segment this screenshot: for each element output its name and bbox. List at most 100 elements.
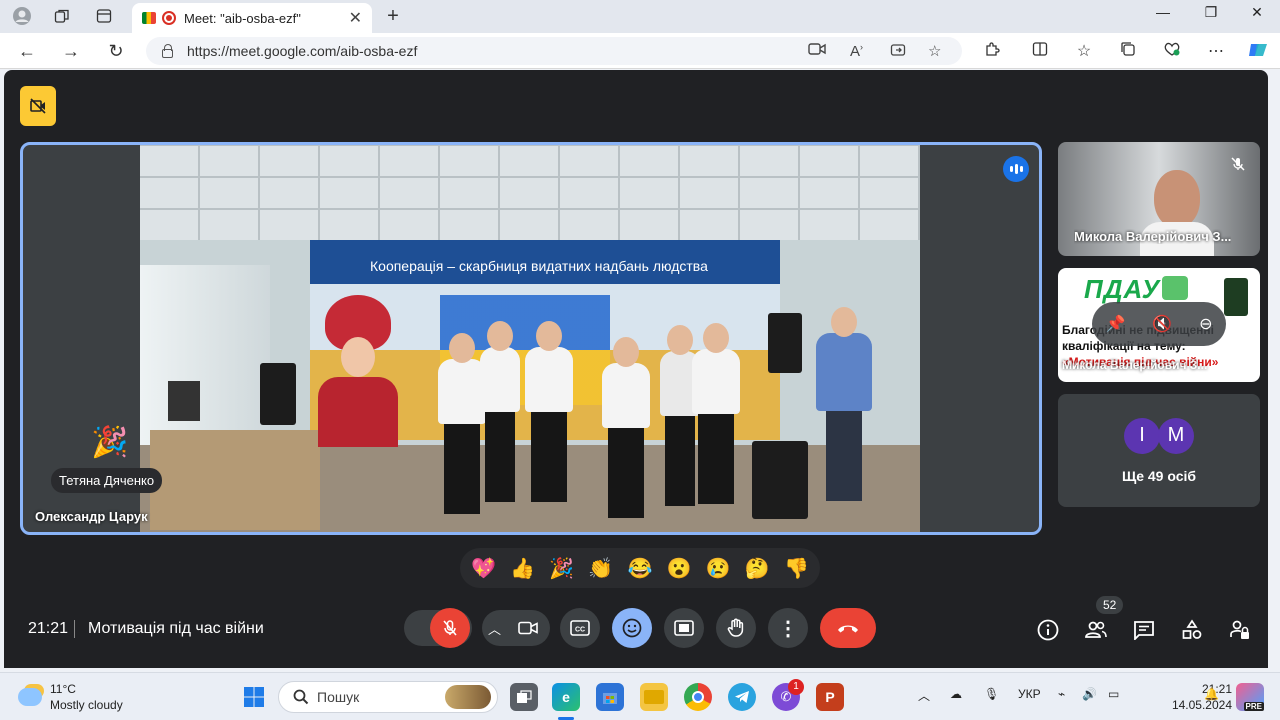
read-aloud-icon[interactable]: A› <box>850 42 863 60</box>
weather-description: Mostly cloudy <box>50 698 123 712</box>
active-tab[interactable]: Meet: "aib-osba-ezf" ✕ <box>132 3 372 33</box>
vertical-tabs-icon[interactable] <box>92 5 116 27</box>
folder-icon <box>644 690 664 704</box>
new-tab-button[interactable]: + <box>381 5 405 27</box>
onedrive-icon[interactable]: ☁ <box>950 687 962 701</box>
lock-icon[interactable] <box>162 43 173 58</box>
volume-icon[interactable]: 🔊 <box>1082 687 1097 701</box>
language-indicator[interactable]: УКР <box>1018 687 1041 701</box>
taskbar-clock[interactable]: 21:21 14.05.2024 <box>1172 681 1232 713</box>
start-button[interactable] <box>240 683 268 711</box>
refresh-button[interactable]: ↻ <box>103 39 129 63</box>
profile-icon[interactable] <box>10 5 34 27</box>
chrome-app[interactable] <box>684 683 712 711</box>
remove-icon[interactable]: ⊖ <box>1199 314 1212 334</box>
more-vert-icon: ⋮ <box>778 617 798 640</box>
leave-call-button[interactable] <box>820 608 876 648</box>
reaction-party-popper[interactable]: 🎉 <box>544 556 580 581</box>
meeting-details-button[interactable] <box>1034 616 1062 644</box>
main-video-tile[interactable]: Кооперація – скарбниця видатних надбань … <box>20 142 1042 535</box>
weather-widget[interactable]: 11°C Mostly cloudy <box>18 681 123 713</box>
more-participants-tile[interactable]: І М Ще 49 осіб <box>1058 394 1260 507</box>
more-options-button[interactable]: ⋮ <box>768 608 808 648</box>
singer-6 <box>692 323 740 504</box>
singer-3 <box>525 321 573 502</box>
reactions-button[interactable] <box>612 608 652 648</box>
participant-name-2: Микола Валерійович З... <box>1062 358 1208 372</box>
store-app[interactable] <box>596 683 624 711</box>
store-icon <box>603 693 617 704</box>
address-bar[interactable]: https://meet.google.com/aib-osba-ezf A› … <box>146 37 962 65</box>
notifications-bell-icon[interactable]: 🔔 <box>1204 687 1219 701</box>
reaction-thumbs-down[interactable]: 👎 <box>778 556 814 581</box>
weather-temperature: 11°C <box>50 682 76 696</box>
avatar: М <box>1158 417 1194 454</box>
show-hidden-icons-chevron[interactable]: ︿ <box>918 687 930 704</box>
workspaces-icon[interactable] <box>50 5 74 27</box>
telegram-app[interactable] <box>728 683 756 711</box>
extensions-icon[interactable] <box>980 41 1004 62</box>
close-window-button[interactable]: ✕ <box>1234 4 1280 21</box>
copilot-taskbar-app[interactable]: PRE <box>1236 683 1264 711</box>
people-button[interactable] <box>1082 616 1110 644</box>
meeting-time: 21:21 <box>28 620 69 637</box>
present-button[interactable] <box>664 608 704 648</box>
chat-button[interactable] <box>1130 616 1158 644</box>
microphone-tray-icon[interactable]: 🎙 <box>984 687 999 701</box>
reaction-crying[interactable]: 😢 <box>700 556 736 581</box>
camera-icon <box>518 621 538 635</box>
mic-toggle-button[interactable] <box>430 608 470 648</box>
camera-control-group[interactable]: ︿ <box>482 610 550 646</box>
battery-icon[interactable]: ▭ <box>1108 687 1119 701</box>
camera-permission-icon[interactable] <box>808 42 826 60</box>
reaction-sparkling-heart[interactable]: 💖 <box>466 556 502 581</box>
more-options-icon[interactable]: ⋯ <box>1204 41 1228 61</box>
file-explorer-app[interactable] <box>640 683 668 711</box>
app-available-icon[interactable] <box>890 42 906 62</box>
edge-icon: e <box>562 689 570 705</box>
taskbar-search[interactable]: Пошук <box>278 681 498 713</box>
forward-button[interactable]: → <box>58 39 84 63</box>
participant-tile-1[interactable]: Микола Валерійович З... <box>1058 142 1260 256</box>
mic-off-icon <box>443 620 457 636</box>
task-view-button[interactable] <box>510 683 538 711</box>
end-call-icon <box>838 625 858 633</box>
pdau-logo: ПДАУ <box>1084 274 1161 304</box>
browser-essentials-icon[interactable] <box>1160 41 1184 62</box>
host-controls-button[interactable] <box>1226 616 1254 644</box>
desk <box>150 430 320 530</box>
browser-tab-bar: Meet: "aib-osba-ezf" ✕ + — ❐ ✕ <box>0 0 1280 33</box>
video-options-chevron-icon[interactable]: ︿ <box>488 619 501 638</box>
reaction-clapping[interactable]: 👏 <box>583 556 619 581</box>
chrome-icon <box>692 691 704 703</box>
close-tab-icon[interactable]: ✕ <box>349 8 362 28</box>
split-screen-icon[interactable] <box>1028 41 1052 62</box>
raise-hand-button[interactable] <box>716 608 756 648</box>
captions-button[interactable]: CC <box>560 608 600 648</box>
reaction-thinking[interactable]: 🤔 <box>739 556 775 581</box>
reaction-tears-of-joy[interactable]: 😂 <box>622 556 658 581</box>
reaction-surprised[interactable]: 😮 <box>661 556 697 581</box>
pin-icon[interactable]: 📌 <box>1105 314 1125 334</box>
restore-button[interactable]: ❐ <box>1188 4 1234 21</box>
recording-indicator-icon <box>162 11 176 25</box>
recording-off-icon <box>30 98 46 114</box>
copilot-icon[interactable] <box>1246 41 1270 64</box>
telegram-icon <box>735 691 749 703</box>
meet-window: Кооперація – скарбниця видатних надбань … <box>4 70 1268 668</box>
windows-logo-icon <box>244 687 264 707</box>
back-button[interactable]: ← <box>14 39 40 63</box>
powerpoint-app[interactable]: P <box>816 683 844 711</box>
mute-speaker-icon[interactable]: 🔇 <box>1152 314 1172 334</box>
participant-tile-2[interactable]: ПДАУ Благодійні не підвищенні кваліфікац… <box>1058 268 1260 382</box>
network-icon[interactable]: ⌁ <box>1058 687 1065 701</box>
recording-badge[interactable] <box>20 86 56 126</box>
favorites-icon[interactable]: ☆ <box>1072 41 1096 61</box>
reaction-thumbs-up[interactable]: 👍 <box>505 556 541 581</box>
collections-icon[interactable] <box>1116 41 1140 62</box>
svg-text:CC: CC <box>575 627 585 634</box>
edge-app[interactable]: e <box>552 683 580 711</box>
minimize-button[interactable]: — <box>1140 4 1186 20</box>
favorite-star-icon[interactable]: ☆ <box>928 42 941 60</box>
activities-button[interactable] <box>1178 616 1206 644</box>
